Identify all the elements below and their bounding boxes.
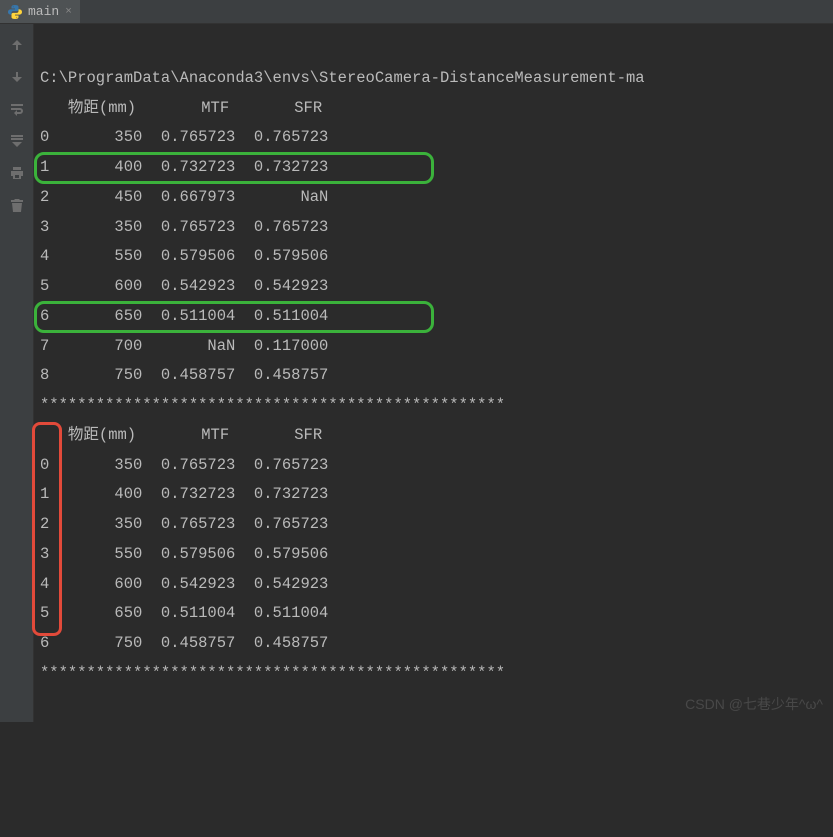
table-row: 8 750 0.458757 0.458757 [40, 366, 328, 384]
table-row: 1 400 0.732723 0.732723 [40, 158, 328, 176]
table-row: 6 650 0.511004 0.511004 [40, 307, 328, 325]
tab-label: main [28, 4, 59, 19]
table-header: 物距(mm) MTF SFR [40, 426, 322, 444]
table-row: 4 600 0.542923 0.542923 [40, 575, 328, 593]
main-area: C:\ProgramData\Anaconda3\envs\StereoCame… [0, 24, 833, 722]
gutter [0, 24, 34, 722]
tab-main[interactable]: main × [0, 0, 80, 23]
table-row: 1 400 0.732723 0.732723 [40, 485, 328, 503]
table-header: 物距(mm) MTF SFR [40, 99, 322, 117]
path-line: C:\ProgramData\Anaconda3\envs\StereoCame… [40, 69, 645, 87]
trash-icon[interactable] [8, 196, 26, 214]
scroll-down-icon[interactable] [8, 132, 26, 150]
arrow-up-icon[interactable] [8, 36, 26, 54]
table-row: 7 700 NaN 0.117000 [40, 337, 328, 355]
tab-bar: main × [0, 0, 833, 24]
table-row: 5 600 0.542923 0.542923 [40, 277, 328, 295]
separator: ****************************************… [40, 664, 505, 682]
table-row: 2 350 0.765723 0.765723 [40, 515, 328, 533]
python-icon [8, 5, 22, 19]
separator: ****************************************… [40, 396, 505, 414]
table-row: 4 550 0.579506 0.579506 [40, 247, 328, 265]
table-row: 3 550 0.579506 0.579506 [40, 545, 328, 563]
table-row: 0 350 0.765723 0.765723 [40, 456, 328, 474]
wrap-icon[interactable] [8, 100, 26, 118]
table-row: 5 650 0.511004 0.511004 [40, 604, 328, 622]
table-row: 3 350 0.765723 0.765723 [40, 218, 328, 236]
table-row: 2 450 0.667973 NaN [40, 188, 328, 206]
table-row: 6 750 0.458757 0.458757 [40, 634, 328, 652]
console-output[interactable]: C:\ProgramData\Anaconda3\envs\StereoCame… [34, 24, 833, 722]
watermark: CSDN @七巷少年^ω^ [685, 694, 823, 714]
arrow-down-icon[interactable] [8, 68, 26, 86]
print-icon[interactable] [8, 164, 26, 182]
close-icon[interactable]: × [65, 6, 72, 18]
table-row: 0 350 0.765723 0.765723 [40, 128, 328, 146]
